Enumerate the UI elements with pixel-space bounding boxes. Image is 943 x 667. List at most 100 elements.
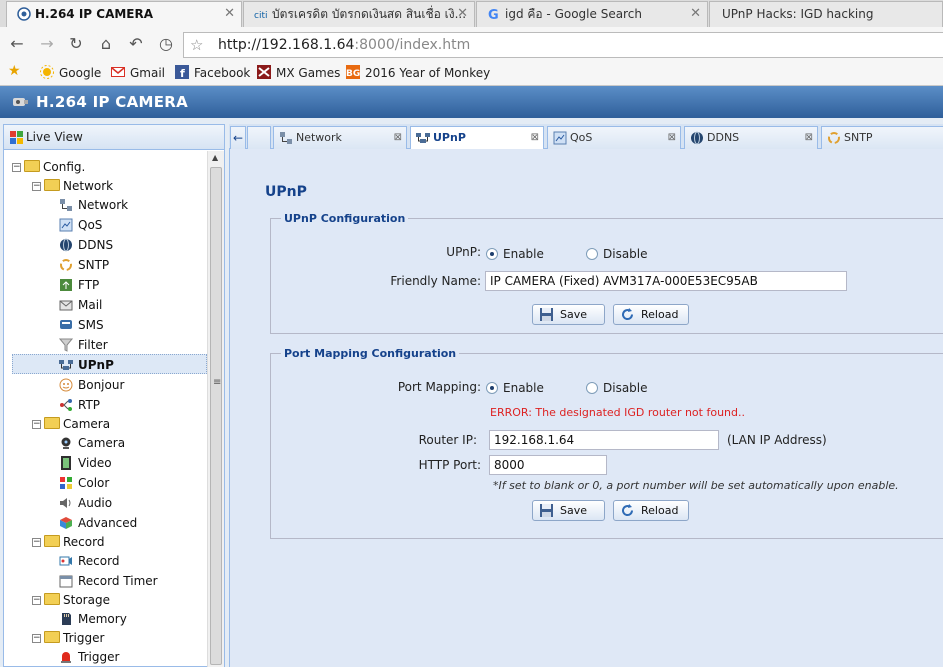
tree-node-camera[interactable]: Camera bbox=[59, 433, 125, 453]
port-reload-button[interactable]: Reload bbox=[613, 500, 689, 521]
tab-scroll-left-icon[interactable]: ← bbox=[230, 126, 246, 149]
tab-network[interactable]: Network ⊠ bbox=[273, 126, 407, 149]
bookmark-mx-games[interactable]: MX Games bbox=[257, 65, 340, 80]
http-port-field[interactable]: 8000 bbox=[489, 455, 607, 475]
bookmark-facebook[interactable]: f Facebook bbox=[175, 65, 250, 80]
tree-node-audio[interactable]: Audio bbox=[59, 493, 112, 513]
collapse-icon[interactable]: − bbox=[32, 538, 41, 547]
collapse-icon[interactable]: − bbox=[32, 634, 41, 643]
button-label: Save bbox=[560, 504, 588, 517]
close-icon[interactable]: ✕ bbox=[224, 2, 235, 26]
tree-node-advanced[interactable]: Advanced bbox=[59, 513, 137, 533]
alarm-light-icon bbox=[61, 652, 71, 663]
tree-node-network[interactable]: Network bbox=[59, 195, 128, 215]
memory-card-icon bbox=[62, 613, 71, 625]
upnp-reload-button[interactable]: Reload bbox=[613, 304, 689, 325]
history-icon[interactable]: ◷ bbox=[157, 35, 175, 53]
router-ip-field[interactable]: 192.168.1.64 bbox=[489, 430, 719, 450]
tree-node-memory[interactable]: Memory bbox=[59, 609, 127, 629]
tab-upnp[interactable]: UPnP ⊠ bbox=[410, 126, 544, 150]
close-icon[interactable]: ✕ bbox=[690, 2, 701, 26]
facebook-icon: f bbox=[175, 65, 189, 79]
app-header: H.264 IP CAMERA bbox=[0, 86, 943, 118]
live-view-header[interactable]: Live View bbox=[4, 125, 224, 150]
upnp-label: UPnP: bbox=[446, 245, 481, 259]
scroll-thumb[interactable]: ≡ bbox=[210, 167, 222, 665]
port-mapping-enable-radio[interactable] bbox=[486, 382, 498, 394]
tree-node-label: Network bbox=[63, 179, 114, 193]
tree-node-ftp[interactable]: FTP bbox=[59, 275, 99, 295]
tree-node-label: Advanced bbox=[78, 516, 138, 530]
collapse-icon[interactable]: − bbox=[32, 420, 41, 429]
tree-node-bonjour[interactable]: Bonjour bbox=[59, 375, 124, 395]
tree-node-camera-folder[interactable]: − Camera bbox=[32, 414, 110, 434]
advanced-icon bbox=[60, 517, 72, 529]
tree-node-storage-folder[interactable]: − Storage bbox=[32, 590, 110, 610]
collapse-icon[interactable]: − bbox=[32, 596, 41, 605]
upnp-enable-radio[interactable] bbox=[486, 248, 498, 260]
upnp-disable-radio[interactable] bbox=[586, 248, 598, 260]
reload-icon[interactable]: ↻ bbox=[67, 35, 85, 53]
bookmark-google[interactable]: Google bbox=[40, 65, 101, 80]
friendly-name-field[interactable]: IP CAMERA (Fixed) AVM317A-000E53EC95AB bbox=[485, 271, 847, 291]
undo-icon[interactable]: ↶ bbox=[127, 35, 145, 53]
back-icon[interactable]: ← bbox=[8, 35, 26, 53]
tree-node-record-timer[interactable]: Record Timer bbox=[59, 571, 158, 591]
tab-label: QoS bbox=[570, 131, 593, 144]
browser-tab-google[interactable]: G igd คือ - Google Search ✕ bbox=[476, 1, 708, 27]
star-icon[interactable]: ★ bbox=[8, 63, 21, 79]
tree-node-mail[interactable]: Mail bbox=[59, 295, 102, 315]
tree-node-ddns[interactable]: DDNS bbox=[59, 235, 113, 255]
forward-icon[interactable]: → bbox=[38, 35, 56, 53]
tree-node-video[interactable]: Video bbox=[59, 453, 112, 473]
browser-tab-strip: H.264 IP CAMERA ✕ citi บัตรเครดิต บัตรกด… bbox=[0, 0, 943, 27]
tree-node-record-folder[interactable]: − Record bbox=[32, 532, 104, 552]
bookmark-year-of-monkey[interactable]: BG 2016 Year of Monkey bbox=[346, 65, 490, 80]
router-ip-hint: (LAN IP Address) bbox=[727, 433, 827, 447]
browser-tab-citi[interactable]: citi บัตรเครดิต บัตรกดเงินสด สินเชื่อ เง… bbox=[243, 1, 475, 27]
tree-node-label: Memory bbox=[78, 612, 127, 626]
address-bar[interactable]: ☆ http://192.168.1.64:8000/index.htm bbox=[183, 32, 943, 58]
folder-open-icon bbox=[44, 417, 60, 429]
tree-node-record[interactable]: Record bbox=[59, 551, 119, 571]
tab-ddns[interactable]: DDNS ⊠ bbox=[684, 126, 818, 149]
browser-tab-upnp-hacks[interactable]: UPnP Hacks: IGD hacking bbox=[709, 1, 943, 27]
folder-open-icon bbox=[44, 593, 60, 605]
tree-node-qos[interactable]: QoS bbox=[59, 215, 102, 235]
tree-node-color[interactable]: Color bbox=[59, 473, 109, 493]
home-icon[interactable]: ⌂ bbox=[97, 35, 115, 53]
tree-node-sntp[interactable]: SNTP bbox=[59, 255, 109, 275]
section-legend: Port Mapping Configuration bbox=[284, 347, 457, 360]
tree-node-sms[interactable]: SMS bbox=[59, 315, 104, 335]
close-icon[interactable]: ⊠ bbox=[668, 127, 676, 149]
browser-tab-camera[interactable]: H.264 IP CAMERA ✕ bbox=[6, 1, 242, 27]
close-icon[interactable]: ⊠ bbox=[805, 127, 813, 149]
tab-sntp[interactable]: SNTP bbox=[821, 126, 943, 149]
bookmark-star-icon[interactable]: ☆ bbox=[190, 36, 203, 54]
live-view-icon bbox=[10, 131, 23, 144]
tree-node-label: Camera bbox=[63, 417, 111, 431]
tree-node-trigger[interactable]: Trigger bbox=[59, 647, 119, 667]
upnp-enable-label: Enable bbox=[503, 247, 544, 261]
tree-node-upnp[interactable]: UPnP bbox=[12, 354, 207, 374]
close-icon[interactable]: ⊠ bbox=[531, 127, 539, 149]
tab-blank[interactable] bbox=[247, 126, 271, 149]
camera-icon bbox=[13, 98, 28, 106]
upnp-disable-label: Disable bbox=[603, 247, 648, 261]
collapse-icon[interactable]: − bbox=[12, 163, 21, 172]
collapse-icon[interactable]: − bbox=[32, 182, 41, 191]
tab-qos[interactable]: QoS ⊠ bbox=[547, 126, 681, 149]
close-icon[interactable]: ✕ bbox=[457, 2, 468, 26]
tree-node-config[interactable]: − Config. bbox=[12, 157, 85, 177]
bookmark-gmail[interactable]: Gmail bbox=[111, 65, 165, 80]
scroll-up-icon[interactable]: ▲ bbox=[212, 153, 218, 162]
tree-node-rtp[interactable]: RTP bbox=[59, 395, 100, 415]
tree-node-trigger-folder[interactable]: − Trigger bbox=[32, 628, 104, 648]
tree-node-network-folder[interactable]: − Network bbox=[32, 176, 113, 196]
port-save-button[interactable]: Save bbox=[532, 500, 605, 521]
upnp-save-button[interactable]: Save bbox=[532, 304, 605, 325]
tree-scrollbar[interactable]: ▲ ≡ bbox=[207, 151, 224, 667]
tree-node-filter[interactable]: Filter bbox=[59, 335, 108, 355]
close-icon[interactable]: ⊠ bbox=[394, 127, 402, 149]
port-mapping-disable-radio[interactable] bbox=[586, 382, 598, 394]
